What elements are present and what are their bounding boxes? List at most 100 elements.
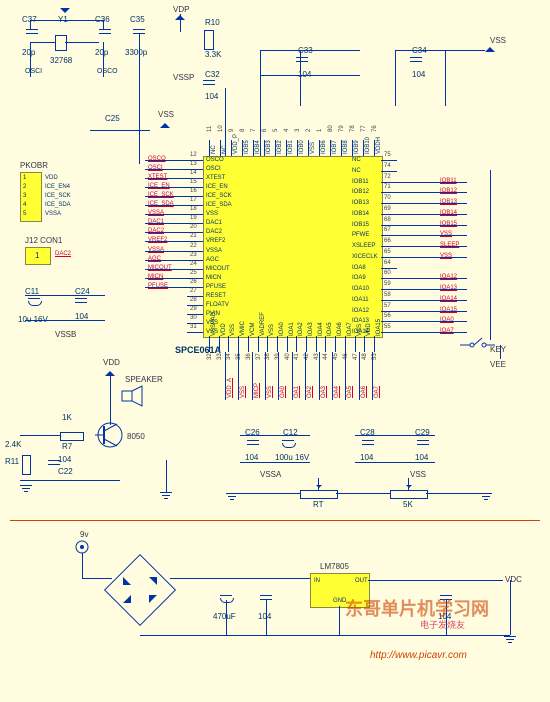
net-wire <box>397 321 467 322</box>
chip-pin-label: 21 <box>190 233 197 239</box>
gnd-icon <box>226 493 238 500</box>
net-label: MICOUT <box>148 265 172 271</box>
pin-stub <box>219 336 220 352</box>
pin-stub <box>287 336 288 352</box>
net-label: OA6 <box>361 386 367 398</box>
pwr-arrow <box>175 10 185 20</box>
chip-pin-label: 59 <box>384 281 391 287</box>
net-label: OA2 <box>307 386 313 398</box>
pin-stub <box>381 311 397 312</box>
chip-pin-label: IOA0 <box>279 322 285 336</box>
chip-pin-label: IOB2 <box>277 140 283 154</box>
wire <box>355 462 435 463</box>
cin2-val: 104 <box>258 612 271 621</box>
net-wire <box>345 352 346 400</box>
pin-stub <box>242 140 243 156</box>
chip-pin-label: IOA4 <box>318 322 324 336</box>
net-label: VSSA <box>148 210 164 216</box>
chip-pin-label: 12 <box>190 152 197 158</box>
chip-pin-label: 15 <box>190 179 197 185</box>
pin-stub <box>238 336 239 352</box>
crystal-y1 <box>55 35 67 51</box>
net-wire <box>145 160 187 161</box>
pin-stub <box>381 278 397 279</box>
wire <box>226 600 227 635</box>
net-wire <box>265 352 266 400</box>
net-wire <box>397 257 467 258</box>
chip-pin-label: VSS <box>206 211 218 217</box>
chip-pin-label: IOB5 <box>244 140 250 154</box>
chip-pin-label: 9 <box>229 129 235 132</box>
lm-out: OUT <box>355 578 368 584</box>
chip-pin-label: ICE_SCK <box>206 193 232 199</box>
chip-name: SPCE061A <box>175 345 221 355</box>
pin-stub <box>231 140 232 156</box>
net-wire <box>397 203 467 204</box>
pin-stub <box>381 182 397 183</box>
chip-pin-label: IOA3 <box>308 322 314 336</box>
net-label: MICP <box>254 383 260 398</box>
gnd-icon <box>20 485 32 492</box>
pin-stub <box>345 336 346 352</box>
wire <box>103 42 104 77</box>
r10-ref: R10 <box>205 18 220 27</box>
net-label: VDD_A <box>227 378 233 398</box>
chip-pin-label: 17 <box>190 197 197 203</box>
net-label: IOB11 <box>440 178 457 184</box>
chip-pin-label: 65 <box>384 249 391 255</box>
lm-in: IN <box>314 578 320 584</box>
net-label: VSSA <box>148 247 164 253</box>
c26-val: 104 <box>245 453 258 462</box>
net-wire <box>252 352 253 400</box>
chip-pin-label: 64 <box>384 260 391 266</box>
chip-pin-label: 5 <box>273 129 279 132</box>
pin-stub <box>209 140 210 156</box>
net-label: PFUSE <box>148 283 168 289</box>
net-label: VSS <box>440 253 452 259</box>
chip-pin-label: VSSA <box>206 248 222 254</box>
chip-pin-label: 40 <box>285 353 291 360</box>
net-label: VSS <box>440 231 452 237</box>
net-label: VSS <box>267 386 273 398</box>
chip-pin-label: 60 <box>384 270 391 276</box>
chip-pin-label: 71 <box>384 184 391 190</box>
chip-pin-label: 77 <box>361 125 367 132</box>
c35-ref: C35 <box>130 15 145 24</box>
wire <box>25 295 105 296</box>
pin-stub <box>381 289 397 290</box>
j12-net: DAC2 <box>55 251 71 257</box>
pin-stub <box>381 203 397 204</box>
chip-pin-label: 11 <box>207 126 213 132</box>
c34-cap <box>410 57 422 62</box>
chip-pin-label: 41 <box>294 353 300 360</box>
chip-pin-label: NC <box>352 157 361 163</box>
watermark-text: 东哥单片机学习网 <box>345 595 489 621</box>
chip-pin-label: 8 <box>240 129 246 132</box>
chip-pin-label: IOA12 <box>352 308 369 314</box>
chip-pin-label: VSS <box>230 324 236 336</box>
chip-pin-label: VREF2 <box>206 238 225 244</box>
vssa-bot: VSSA <box>260 470 281 479</box>
chip-pin-label: 2 <box>306 129 312 132</box>
c37-val: 20p <box>22 48 35 57</box>
chip-pin-label: VSS <box>310 142 316 154</box>
net-label: IOB15 <box>440 221 457 227</box>
net-wire <box>145 223 187 224</box>
chip-pin-label: 68 <box>384 217 391 223</box>
pin-stub <box>335 336 336 352</box>
net-label: OSCI <box>148 165 163 171</box>
j12-name: J12 CON1 <box>25 236 62 245</box>
pwr-arrow <box>160 118 170 128</box>
pot-5k <box>390 490 428 499</box>
net-label: OA7 <box>374 386 380 398</box>
chip-pin-label: IOB6 <box>321 140 327 154</box>
net-wire <box>305 352 306 400</box>
chip-pin-label: IOA11 <box>352 297 369 303</box>
chip-pin-label: IOB13 <box>352 200 369 206</box>
chip-pin-label: IOB15 <box>352 222 369 228</box>
r7-ref: R7 <box>62 442 72 451</box>
net-wire <box>397 192 467 193</box>
pin-stub <box>297 140 298 156</box>
net-wire <box>145 251 187 252</box>
chip-pin-label: IOA1 <box>289 322 295 336</box>
